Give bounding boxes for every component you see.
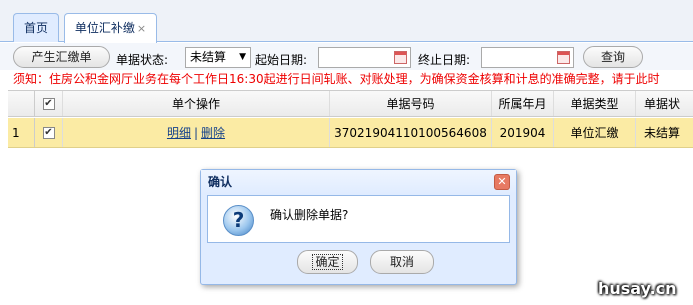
header-operation: 单个操作 <box>63 91 330 116</box>
ok-label: 确定 <box>312 254 343 270</box>
tab-close-icon[interactable]: × <box>137 22 146 35</box>
tab-unit-payment-label: 单位汇补缴 <box>74 21 135 35</box>
tab-home-label: 首页 <box>23 21 48 35</box>
header-checkbox-cell: ✔ <box>35 91 63 116</box>
toolbar: 产生汇缴单 单据状态: 未结算 ▼ 起始日期: 终止日期: 查询 <box>0 43 693 70</box>
confirm-dialog: 确认 ✕ ? 确认删除单据? 确定 取消 <box>200 169 517 285</box>
status-select-value: 未结算 <box>190 50 227 64</box>
dialog-message: 确认删除单据? <box>270 208 349 222</box>
end-date-input[interactable] <box>481 47 574 68</box>
end-date-label: 终止日期: <box>418 53 471 67</box>
dialog-body: ? 确认删除单据? <box>207 195 510 243</box>
grid-header: ✔ 单个操作 单据号码 所属年月 单据类型 单据状 <box>8 90 693 117</box>
op-separator: | <box>193 125 199 140</box>
header-doc-type: 单据类型 <box>554 91 636 116</box>
row-doc-status: 未结算 <box>644 126 681 140</box>
row-checkbox-cell: ✔ <box>35 118 63 147</box>
header-doc-no: 单据号码 <box>330 91 492 116</box>
header-period: 所属年月 <box>492 91 554 116</box>
generate-bill-button[interactable]: 产生汇缴单 <box>13 46 110 68</box>
chevron-down-icon: ▼ <box>239 52 246 62</box>
confirm-cancel-button[interactable]: 取消 <box>370 250 434 274</box>
dialog-title: 确认 <box>201 170 516 194</box>
tab-home[interactable]: 首页 <box>13 13 59 42</box>
calendar-icon[interactable] <box>557 51 570 64</box>
row-doc-no: 37021904110100564608 <box>330 118 492 147</box>
question-icon: ? <box>223 205 254 236</box>
header-index <box>8 91 35 116</box>
close-icon[interactable]: ✕ <box>494 174 510 190</box>
start-date-label: 起始日期: <box>255 53 308 67</box>
row-index: 1 <box>8 118 35 147</box>
select-all-checkbox[interactable]: ✔ <box>42 97 55 110</box>
status-label: 单据状态: <box>116 53 169 67</box>
header-doc-status: 单据状 <box>644 97 681 111</box>
tab-unit-payment[interactable]: 单位汇补缴 × <box>64 13 157 43</box>
row-period: 201904 <box>492 118 554 147</box>
confirm-ok-button[interactable]: 确定 <box>297 250 358 274</box>
notice-text: 须知：住房公积金网厅业务在每个工作日16:30起进行日间轧账、对账处理，为确保资… <box>13 72 660 86</box>
detail-link[interactable]: 明细 <box>167 124 191 141</box>
calendar-icon[interactable] <box>394 51 407 64</box>
row-checkbox[interactable]: ✔ <box>42 126 55 139</box>
watermark: husay.cn <box>598 279 677 298</box>
row-operations: 明细 | 删除 <box>63 118 330 147</box>
tab-bar: 首页 单位汇补缴 × <box>0 0 693 43</box>
row-doc-type: 单位汇缴 <box>554 118 636 147</box>
status-select[interactable]: 未结算 ▼ <box>185 47 251 68</box>
table-row[interactable]: 1 ✔ 明细 | 删除 37021904110100564608 201904 … <box>8 118 693 148</box>
start-date-input[interactable] <box>318 47 411 68</box>
delete-link[interactable]: 删除 <box>201 124 225 141</box>
query-button[interactable]: 查询 <box>583 46 643 68</box>
